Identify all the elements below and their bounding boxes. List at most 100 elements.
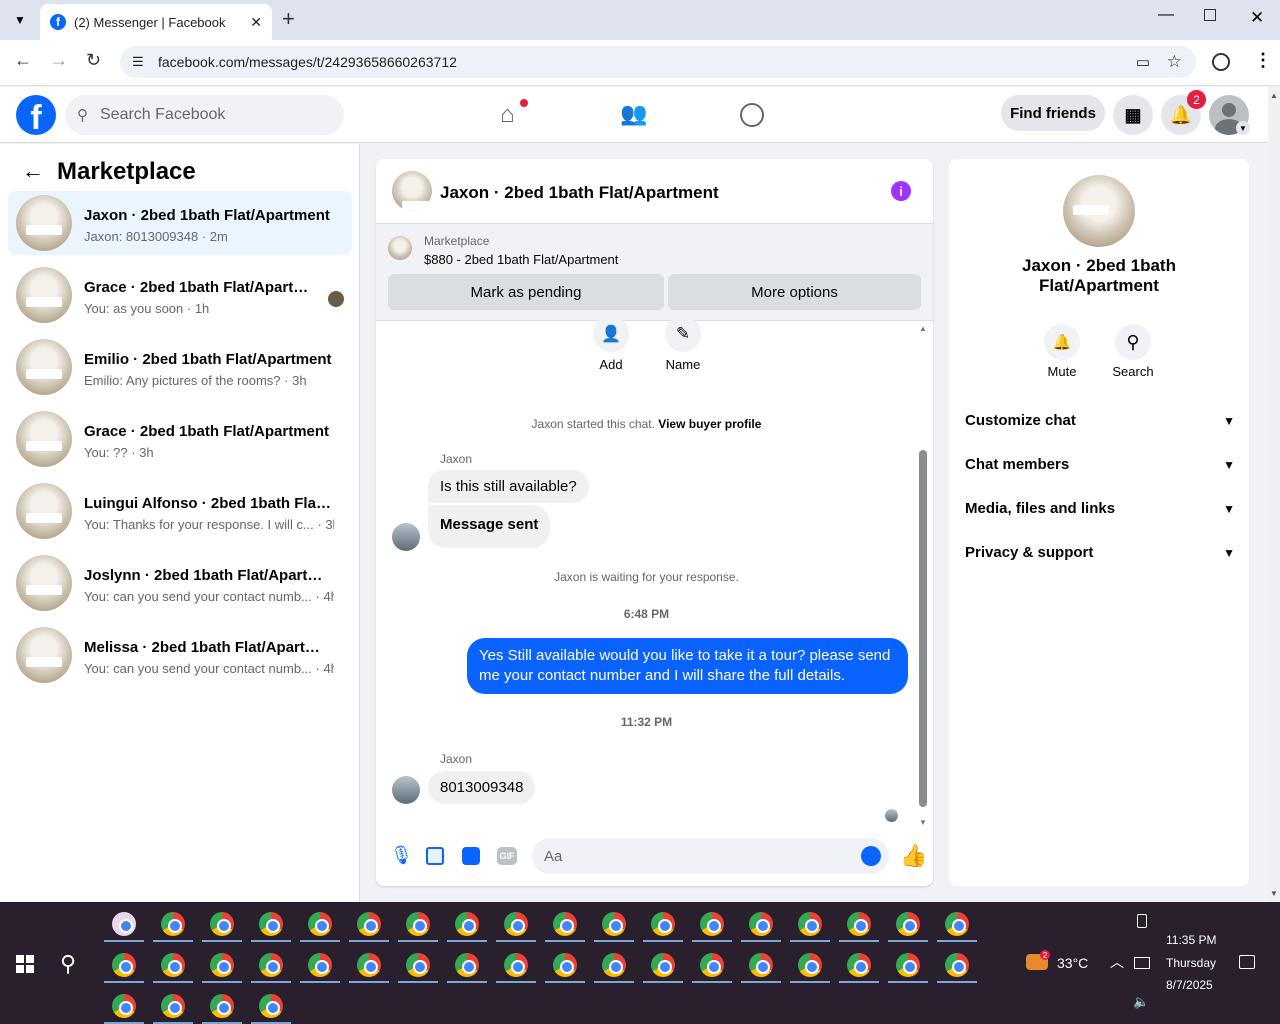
- temperature[interactable]: 33°C: [1057, 955, 1088, 971]
- listing-small-thumbnail[interactable]: [388, 236, 412, 260]
- chrome-icon[interactable]: [406, 953, 430, 977]
- chrome-icon[interactable]: [357, 953, 381, 977]
- chrome-icon[interactable]: [210, 953, 234, 977]
- sender-avatar[interactable]: [392, 523, 420, 551]
- view-buyer-profile-link[interactable]: View buyer profile: [658, 417, 761, 431]
- tab-list-chevron-icon[interactable]: ▼: [8, 6, 32, 34]
- chrome-icon[interactable]: [455, 912, 479, 936]
- chrome-icon[interactable]: [651, 912, 675, 936]
- groups-icon[interactable]: [740, 103, 764, 127]
- search-input[interactable]: ⚲ Search Facebook: [65, 95, 344, 135]
- tray-chevron-icon[interactable]: ︿: [1110, 952, 1124, 972]
- paint-app-icon[interactable]: [112, 912, 136, 936]
- chrome-icon[interactable]: [847, 953, 871, 977]
- close-window-icon[interactable]: ✕: [1250, 8, 1264, 28]
- tray-device-icon[interactable]: [1137, 914, 1147, 928]
- tab-close-icon[interactable]: ✕: [250, 14, 262, 31]
- conversation-item[interactable]: Emilio · 2bed 1bath Flat/Apartment Emili…: [8, 335, 352, 399]
- add-person-button[interactable]: 👤: [593, 316, 629, 352]
- volume-icon[interactable]: 🔈: [1133, 994, 1149, 1010]
- reload-icon[interactable]: ↻: [86, 50, 101, 71]
- chrome-icon[interactable]: [945, 953, 969, 977]
- chrome-icon[interactable]: [700, 912, 724, 936]
- browser-tab[interactable]: f (2) Messenger | Facebook ✕: [40, 4, 272, 40]
- customize-chat-section[interactable]: Customize chat ▼: [965, 412, 1235, 429]
- chrome-icon[interactable]: [602, 912, 626, 936]
- gif-icon[interactable]: GIF: [497, 847, 517, 865]
- incoming-message[interactable]: 8013009348: [428, 771, 536, 804]
- restore-icon[interactable]: [1204, 9, 1216, 21]
- conversation-item[interactable]: Grace · 2bed 1bath Flat/Apartm... You: a…: [8, 263, 352, 327]
- facebook-logo-icon[interactable]: f: [16, 95, 56, 135]
- friends-icon[interactable]: 👥: [620, 101, 647, 127]
- windows-start-icon[interactable]: [16, 955, 34, 973]
- chrome-icon[interactable]: [847, 912, 871, 936]
- conversation-item[interactable]: Luingui Alfonso · 2bed 1bath Flat/... Yo…: [8, 479, 352, 543]
- chrome-icon[interactable]: [161, 994, 185, 1018]
- clock-time[interactable]: 11:35 PM: [1166, 933, 1216, 947]
- mark-as-pending-button[interactable]: Mark as pending: [388, 274, 664, 310]
- chat-scrollbar[interactable]: ▲ ▼: [917, 324, 929, 827]
- chrome-icon[interactable]: [406, 912, 430, 936]
- chrome-icon[interactable]: [161, 912, 185, 936]
- notification-center-icon[interactable]: [1239, 955, 1255, 969]
- site-info-icon[interactable]: ☰: [132, 54, 144, 70]
- chrome-icon[interactable]: [357, 912, 381, 936]
- info-icon[interactable]: i: [891, 181, 911, 201]
- back-arrow-icon[interactable]: ←: [22, 158, 44, 184]
- clock-date[interactable]: 8/7/2025: [1166, 978, 1213, 992]
- message-input[interactable]: Aa: [532, 838, 889, 874]
- page-scrollbar[interactable]: ▲ ▼: [1268, 87, 1280, 902]
- chrome-icon[interactable]: [161, 953, 185, 977]
- home-icon[interactable]: ⌂: [500, 99, 528, 128]
- chat-members-section[interactable]: Chat members ▼: [965, 456, 1235, 473]
- chrome-icon[interactable]: [112, 994, 136, 1018]
- chrome-icon[interactable]: [896, 953, 920, 977]
- install-icon[interactable]: ▭: [1136, 53, 1150, 71]
- chrome-icon[interactable]: [798, 953, 822, 977]
- chrome-icon[interactable]: [210, 912, 234, 936]
- name-button[interactable]: ✎: [665, 316, 701, 352]
- photo-icon[interactable]: [426, 847, 444, 865]
- find-friends-button[interactable]: Find friends: [1001, 95, 1105, 131]
- search-chat-button[interactable]: ⚲: [1115, 324, 1151, 360]
- minimize-icon[interactable]: —: [1158, 6, 1174, 24]
- account-chevron-icon[interactable]: ▼: [1236, 121, 1250, 135]
- chrome-icon[interactable]: [651, 953, 675, 977]
- new-tab-icon[interactable]: +: [282, 6, 295, 32]
- chrome-icon[interactable]: [455, 953, 479, 977]
- privacy-support-section[interactable]: Privacy & support ▼: [965, 544, 1235, 561]
- chrome-icon[interactable]: [308, 953, 332, 977]
- media-files-links-section[interactable]: Media, files and links ▼: [965, 500, 1235, 517]
- chrome-icon[interactable]: [504, 912, 528, 936]
- forward-icon[interactable]: →: [50, 50, 68, 71]
- chrome-icon[interactable]: [700, 953, 724, 977]
- conversation-item[interactable]: Grace · 2bed 1bath Flat/Apartment You: ?…: [8, 407, 352, 471]
- clock-day[interactable]: Thursday: [1166, 956, 1216, 970]
- mute-button[interactable]: 🔔: [1044, 324, 1080, 360]
- emoji-icon[interactable]: [861, 846, 881, 866]
- chrome-icon[interactable]: [602, 953, 626, 977]
- info-listing-avatar[interactable]: [1063, 175, 1135, 247]
- bookmark-star-icon[interactable]: ☆: [1167, 52, 1182, 72]
- conversation-item[interactable]: Melissa · 2bed 1bath Flat/Apartment You:…: [8, 623, 352, 687]
- more-options-button[interactable]: More options: [668, 274, 921, 310]
- chrome-icon[interactable]: [112, 953, 136, 977]
- outgoing-message[interactable]: Yes Still available would you like to ta…: [467, 638, 908, 694]
- chrome-icon[interactable]: [945, 912, 969, 936]
- chrome-icon[interactable]: [553, 912, 577, 936]
- sticker-icon[interactable]: [462, 847, 480, 865]
- menu-grid-button[interactable]: ▦: [1113, 95, 1153, 135]
- chrome-icon[interactable]: [210, 994, 234, 1018]
- incoming-message[interactable]: Message sent: [428, 505, 551, 548]
- chrome-icon[interactable]: [553, 953, 577, 977]
- chrome-icon[interactable]: [259, 994, 283, 1018]
- incoming-message[interactable]: Is this still available?: [428, 470, 589, 503]
- conversation-item[interactable]: Jaxon · 2bed 1bath Flat/Apartment Jaxon:…: [8, 191, 352, 255]
- thumbs-up-icon[interactable]: 👍: [900, 843, 927, 869]
- profile-icon[interactable]: [1212, 53, 1230, 71]
- back-icon[interactable]: ←: [14, 50, 32, 71]
- browser-menu-icon[interactable]: ⋮: [1254, 50, 1272, 71]
- listing-title[interactable]: $880 - 2bed 1bath Flat/Apartment: [424, 252, 618, 267]
- chrome-icon[interactable]: [259, 953, 283, 977]
